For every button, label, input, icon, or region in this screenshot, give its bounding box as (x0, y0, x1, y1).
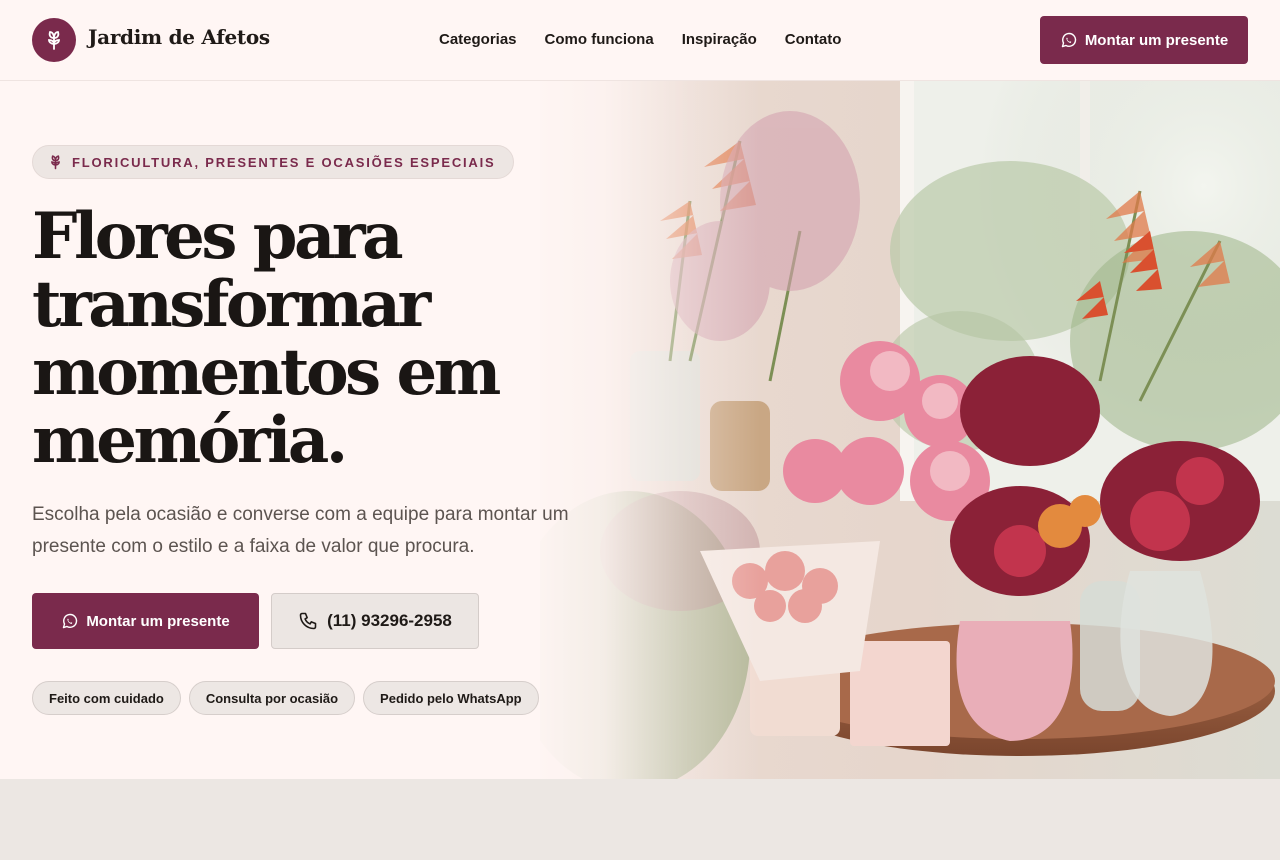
headline-line-3: momentos em (32, 335, 501, 410)
nav-item-inspiracao[interactable]: Inspiração (682, 31, 757, 48)
nav-item-categorias[interactable]: Categorias (439, 31, 517, 48)
hero-headline: Flores para transformar momentos em memó… (32, 203, 592, 475)
hero-primary-cta-label: Montar um presente (86, 612, 230, 630)
header-cta-label: Montar um presente (1084, 31, 1229, 49)
chip-feito-com-cuidado: Feito com cuidado (32, 681, 181, 715)
main-nav: Categorias Como funciona Inspiração Cont… (439, 31, 841, 48)
hero-section: FLORICULTURA, PRESENTES E OCASIÕES ESPEC… (0, 81, 1280, 779)
subtitle-line-2: presente com o estilo e a faixa de valor… (32, 536, 475, 557)
eyebrow-badge: FLORICULTURA, PRESENTES E OCASIÕES ESPEC… (32, 145, 514, 179)
eyebrow-text: FLORICULTURA, PRESENTES E OCASIÕES ESPEC… (72, 154, 496, 170)
brand-name[interactable]: Jardim de Afetos (88, 25, 270, 49)
chip-pedido-whatsapp: Pedido pelo WhatsApp (363, 681, 539, 715)
flower-icon (45, 29, 63, 51)
headline-line-1: Flores para (32, 199, 404, 274)
subtitle-line-1: Escolha pela ocasião e converse com a eq… (32, 504, 569, 525)
whatsapp-icon (1060, 32, 1077, 49)
phone-button[interactable]: (11) 93296-2958 (271, 593, 479, 649)
site-header: Jardim de Afetos Categorias Como funcion… (0, 0, 1280, 81)
nav-item-contato[interactable]: Contato (785, 31, 842, 48)
headline-line-2: transformar (32, 267, 431, 342)
feature-chips: Feito com cuidado Consulta por ocasião P… (32, 681, 539, 715)
nav-item-como-funciona[interactable]: Como funciona (545, 31, 654, 48)
logo-badge[interactable] (32, 18, 76, 62)
phone-number: (11) 93296-2958 (327, 611, 452, 630)
chip-consulta-por-ocasiao: Consulta por ocasião (188, 681, 356, 715)
whatsapp-icon (61, 613, 78, 630)
phone-icon (298, 611, 318, 631)
headline-line-4: memória. (32, 403, 348, 478)
header-cta-button[interactable]: Montar um presente (1040, 16, 1248, 64)
hero-primary-cta-button[interactable]: Montar um presente (32, 593, 259, 649)
hero-subtitle: Escolha pela ocasião e converse com a eq… (32, 499, 572, 563)
flower-icon (49, 154, 62, 170)
